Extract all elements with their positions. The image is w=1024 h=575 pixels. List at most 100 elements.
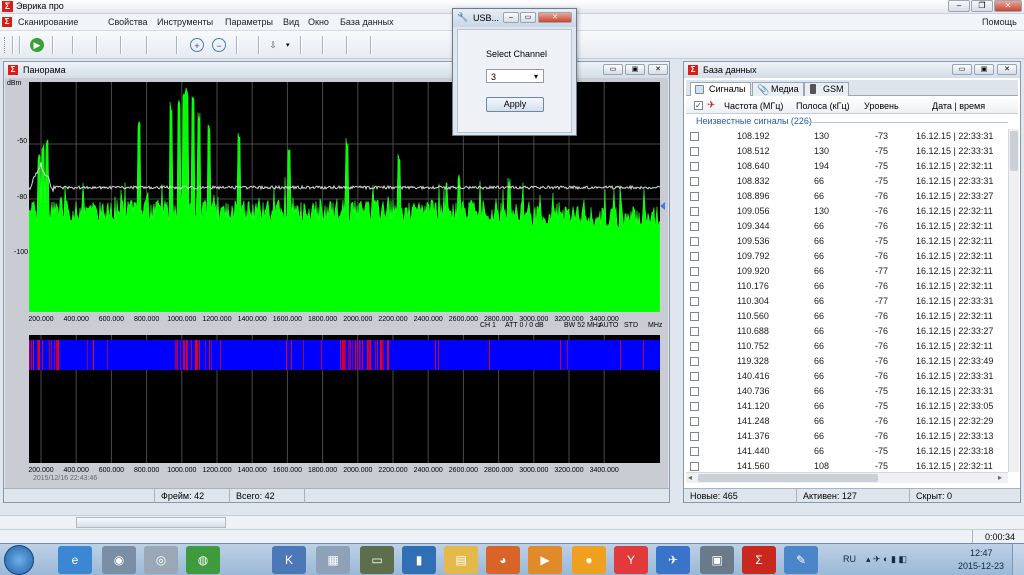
app-menu-icon[interactable]: Σ <box>2 17 12 27</box>
toolbar-grip[interactable] <box>4 37 7 53</box>
table-row[interactable]: 141.376 66 -76 16.12.15 | 22:33:13 <box>686 429 1008 444</box>
row-checkbox[interactable] <box>690 237 699 246</box>
channel-select[interactable]: 3 ▾ <box>486 69 544 83</box>
level-marker-icon[interactable] <box>660 202 665 210</box>
scroll-left-icon[interactable]: ◂ <box>688 473 692 482</box>
table-row[interactable]: 140.416 66 -76 16.12.15 | 22:33:31 <box>686 369 1008 384</box>
group-unknown-signals[interactable]: Неизвестные сигналы (226) <box>696 116 812 126</box>
dialog-close-button[interactable]: ✕ <box>538 12 572 23</box>
row-checkbox[interactable] <box>690 147 699 156</box>
menu-item-tools[interactable]: Инструменты <box>157 17 213 27</box>
antenna-icon[interactable]: ◍ <box>186 546 220 574</box>
table-row[interactable]: 109.792 66 -76 16.12.15 | 22:32:11 <box>686 249 1008 264</box>
media-player-icon[interactable]: ◉ <box>102 546 136 574</box>
row-checkbox[interactable] <box>690 162 699 171</box>
table-row[interactable]: 108.896 66 -76 16.12.15 | 22:33:27 <box>686 189 1008 204</box>
table-row[interactable]: 109.920 66 -77 16.12.15 | 22:32:11 <box>686 264 1008 279</box>
usb-tool-icon[interactable]: ✎ <box>784 546 818 574</box>
disc-icon[interactable]: ◎ <box>144 546 178 574</box>
row-checkbox[interactable] <box>690 252 699 261</box>
row-checkbox[interactable] <box>690 192 699 201</box>
row-checkbox[interactable] <box>690 432 699 441</box>
waterfall-plot[interactable] <box>29 335 660 463</box>
scrollbar-thumb[interactable] <box>1010 131 1018 171</box>
photo-app-icon[interactable]: ▣ <box>700 546 734 574</box>
row-checkbox[interactable] <box>690 207 699 216</box>
menu-item-window[interactable]: Окно <box>308 17 329 27</box>
col-datetime[interactable]: Дата | время <box>932 101 985 111</box>
row-checkbox[interactable] <box>690 447 699 456</box>
menu-item-view[interactable]: Вид <box>283 17 299 27</box>
table-row[interactable]: 140.736 66 -75 16.12.15 | 22:33:31 <box>686 384 1008 399</box>
disk-utility-icon[interactable]: ▮ <box>402 546 436 574</box>
tab-gsm[interactable]: GSM <box>804 82 849 96</box>
table-row[interactable]: 110.752 66 -76 16.12.15 | 22:32:11 <box>686 339 1008 354</box>
table-row[interactable]: 109.344 66 -76 16.12.15 | 22:32:11 <box>686 219 1008 234</box>
yandex-icon[interactable]: Y <box>614 546 648 574</box>
horizontal-scrollbar[interactable]: ◂ ▸ <box>686 472 1008 483</box>
table-row[interactable]: 110.176 66 -76 16.12.15 | 22:32:11 <box>686 279 1008 294</box>
table-row[interactable]: 109.056 130 -76 16.12.15 | 22:32:11 <box>686 204 1008 219</box>
table-row[interactable]: 109.536 66 -75 16.12.15 | 22:32:11 <box>686 234 1008 249</box>
row-checkbox[interactable] <box>690 282 699 291</box>
eureka-app-icon[interactable]: Σ <box>742 546 776 574</box>
database-close-button[interactable]: ✕ <box>997 64 1017 75</box>
show-desktop-button[interactable] <box>1012 544 1024 575</box>
maximize-button[interactable]: ❐ <box>971 0 993 12</box>
language-indicator[interactable]: RU <box>843 554 856 564</box>
row-checkbox[interactable] <box>690 327 699 336</box>
dialog-minimize-button[interactable]: – <box>503 12 519 23</box>
row-checkbox[interactable] <box>690 312 699 321</box>
menu-item-parameters[interactable]: Параметры <box>225 17 273 27</box>
tray-icons[interactable]: ▴ ✈ ◐ ▮ ◧ <box>866 554 907 565</box>
network-app-icon[interactable]: ✈ <box>656 546 690 574</box>
zoom-out-icon[interactable]: − <box>212 38 226 52</box>
table-row[interactable]: 108.832 66 -75 16.12.15 | 22:33:31 <box>686 174 1008 189</box>
chevron-down-icon[interactable]: ▾ <box>286 41 290 49</box>
row-checkbox[interactable] <box>690 357 699 366</box>
minimize-button[interactable]: – <box>948 0 970 12</box>
table-row[interactable]: 141.248 66 -76 16.12.15 | 22:32:29 <box>686 414 1008 429</box>
table-row[interactable]: 141.120 66 -75 16.12.15 | 22:33:05 <box>686 399 1008 414</box>
dialog-maximize-button[interactable]: ▭ <box>520 12 536 23</box>
panorama-close-button[interactable]: ✕ <box>648 64 668 75</box>
firefox-icon[interactable]: ◕ <box>486 546 520 574</box>
row-checkbox[interactable] <box>690 417 699 426</box>
table-row[interactable]: 119.328 66 -76 16.12.15 | 22:33:49 <box>686 354 1008 369</box>
chevron-down-icon[interactable]: ▾ <box>534 72 538 81</box>
table-row[interactable]: 141.440 66 -75 16.12.15 | 22:33:18 <box>686 444 1008 459</box>
marker-icon[interactable]: ⇩ <box>266 38 280 52</box>
laptop-icon[interactable]: ▭ <box>360 546 394 574</box>
col-frequency[interactable]: Частота (МГц) <box>724 101 783 111</box>
clock-date[interactable]: 2015-12-23 <box>958 561 1004 571</box>
folder-icon[interactable]: ▤ <box>444 546 478 574</box>
table-row[interactable]: 110.560 66 -76 16.12.15 | 22:32:11 <box>686 309 1008 324</box>
row-checkbox[interactable] <box>690 342 699 351</box>
vertical-scrollbar[interactable] <box>1008 129 1019 472</box>
row-checkbox[interactable] <box>690 402 699 411</box>
table-row[interactable]: 108.192 130 -73 16.12.15 | 22:33:31 <box>686 129 1008 144</box>
tab-signals[interactable]: Сигналы <box>690 82 751 96</box>
table-row[interactable]: 108.640 194 -75 16.12.15 | 22:32:11 <box>686 159 1008 174</box>
row-checkbox[interactable] <box>690 132 699 141</box>
table-row[interactable]: 141.560 108 -75 16.12.15 | 22:32:11 <box>686 459 1008 472</box>
database-minimize-button[interactable]: ▭ <box>952 64 972 75</box>
ie-icon[interactable]: e <box>58 546 92 574</box>
apply-button[interactable]: Apply <box>486 97 544 112</box>
app-k-icon[interactable]: K <box>272 546 306 574</box>
h-scrollbar-thumb[interactable] <box>698 474 878 482</box>
tab-media[interactable]: 📎 Медиа <box>752 82 804 96</box>
menu-item-help[interactable]: Помощь <box>982 17 1017 27</box>
menu-item-database[interactable]: База данных <box>340 17 394 27</box>
col-bandwidth[interactable]: Полоса (кГц) <box>796 101 850 111</box>
row-checkbox[interactable] <box>690 372 699 381</box>
start-icon[interactable]: ▶ <box>30 38 44 52</box>
start-button[interactable] <box>4 545 34 575</box>
zoom-in-icon[interactable]: + <box>190 38 204 52</box>
database-restore-button[interactable]: ▣ <box>974 64 994 75</box>
orange-app-icon[interactable]: ● <box>572 546 606 574</box>
scroll-right-icon[interactable]: ▸ <box>998 473 1002 482</box>
calculator-icon[interactable]: ▦ <box>316 546 350 574</box>
close-button[interactable]: ✕ <box>994 0 1022 12</box>
col-level[interactable]: Уровень <box>864 101 899 111</box>
